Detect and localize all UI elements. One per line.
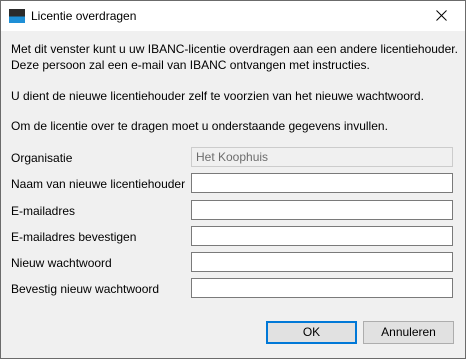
new-password-field[interactable] [191,252,453,272]
cancel-button[interactable]: Annuleren [363,321,454,344]
title-bar[interactable]: Licentie overdragen [1,1,465,31]
email-confirm-field[interactable] [191,226,453,246]
intro-line-2: Deze persoon zal een e-mail van IBANC on… [11,58,370,72]
new-holder-label: Naam van nieuwe licentiehouder [11,177,186,191]
close-button[interactable] [419,1,465,31]
close-icon [436,10,447,21]
window-title: Licentie overdragen [31,9,137,23]
email-label: E-mailadres [11,204,76,218]
intro-line-3: U dient de nieuwe licentiehouder zelf te… [11,89,424,103]
organisation-field [191,147,453,167]
new-password-label: Nieuw wachtwoord [11,256,112,270]
organisation-label: Organisatie [11,151,73,165]
confirm-password-label: Bevestig nieuw wachtwoord [11,282,160,296]
intro-line-1: Met dit venster kunt u uw IBANC-licentie… [11,42,458,56]
dialog-content: Met dit venster kunt u uw IBANC-licentie… [1,31,465,358]
confirm-password-field[interactable] [191,278,453,298]
ok-button[interactable]: OK [266,321,357,344]
app-icon [9,9,25,23]
email-confirm-label: E-mailadres bevestigen [11,230,137,244]
dialog-window: Licentie overdragen Met dit venster kunt… [0,0,466,359]
email-field[interactable] [191,200,453,220]
intro-line-4: Om de licentie over te dragen moet u ond… [11,119,388,133]
new-holder-name-field[interactable] [191,173,453,193]
